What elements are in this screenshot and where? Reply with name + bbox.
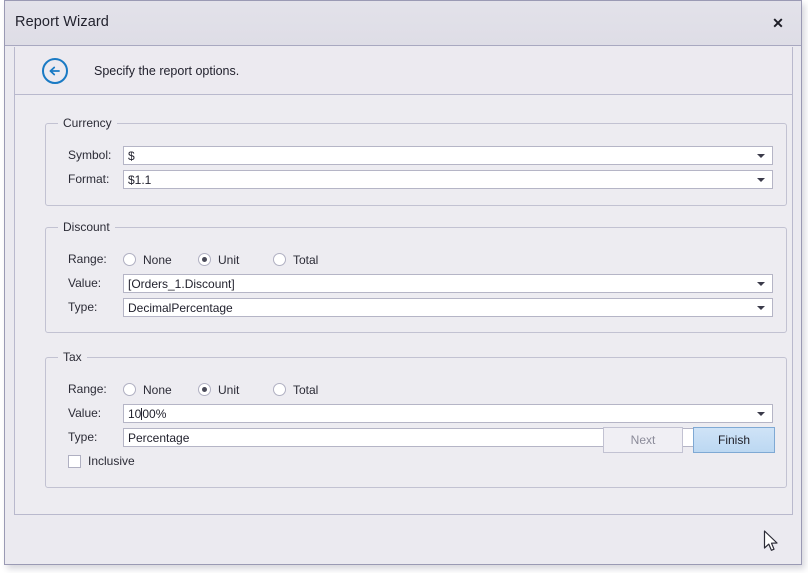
currency-group-title: Currency (58, 116, 117, 130)
checkbox-icon (68, 455, 81, 468)
wizard-header-caption: Specify the report options. (94, 64, 239, 78)
chevron-down-icon[interactable] (753, 275, 769, 292)
tax-value-before-caret: 10 (128, 407, 141, 421)
discount-type-value: DecimalPercentage (128, 301, 233, 315)
dialog-titlebar: Report Wizard ✕ (5, 1, 801, 46)
tax-range-label: Range: (68, 382, 107, 396)
tax-value-row: Value: 1000% (46, 404, 786, 423)
tax-group-title: Tax (58, 350, 87, 364)
wizard-header: Specify the report options. (14, 47, 793, 95)
discount-range-none-radio[interactable]: None (123, 250, 172, 269)
currency-format-combobox[interactable]: $1.1 (123, 170, 773, 189)
tax-range-row: Range: None Unit Total (46, 380, 786, 399)
discount-range-label: Range: (68, 252, 107, 266)
tax-value-combobox[interactable]: 1000% (123, 404, 773, 423)
currency-format-row: Format: $1.1 (46, 170, 786, 189)
tax-range-total-radio[interactable]: Total (273, 380, 318, 399)
currency-format-label: Format: (68, 172, 109, 186)
currency-symbol-label: Symbol: (68, 148, 111, 162)
currency-symbol-combobox[interactable]: $ (123, 146, 773, 165)
radio-bullet-icon (198, 383, 211, 396)
discount-group-title: Discount (58, 220, 115, 234)
tax-range-unit-radio[interactable]: Unit (198, 380, 239, 399)
discount-range-total-label: Total (293, 253, 318, 267)
tax-value-text: 1000% (128, 407, 166, 421)
discount-type-label: Type: (68, 300, 97, 314)
tax-type-label: Type: (68, 430, 97, 444)
radio-bullet-icon (198, 253, 211, 266)
discount-range-unit-radio[interactable]: Unit (198, 250, 239, 269)
currency-format-value: $1.1 (128, 173, 151, 187)
back-arrow-circle-icon[interactable] (41, 57, 69, 85)
tax-range-none-label: None (143, 383, 172, 397)
tax-value-label: Value: (68, 406, 101, 420)
discount-type-combobox[interactable]: DecimalPercentage (123, 298, 773, 317)
discount-value-combobox[interactable]: [Orders_1.Discount] (123, 274, 773, 293)
currency-symbol-value: $ (128, 149, 135, 163)
discount-value-row: Value: [Orders_1.Discount] (46, 274, 786, 293)
radio-bullet-icon (123, 383, 136, 396)
discount-group: Discount Range: None Unit Total (45, 227, 787, 333)
discount-range-total-radio[interactable]: Total (273, 250, 318, 269)
radio-bullet-icon (123, 253, 136, 266)
discount-type-row: Type: DecimalPercentage (46, 298, 786, 317)
tax-inclusive-label: Inclusive (88, 454, 135, 468)
chevron-down-icon[interactable] (753, 171, 769, 188)
tax-range-unit-label: Unit (218, 383, 239, 397)
radio-bullet-icon (273, 383, 286, 396)
discount-value-label: Value: (68, 276, 101, 290)
discount-range-row: Range: None Unit Total (46, 250, 786, 269)
chevron-down-icon[interactable] (753, 405, 769, 422)
currency-symbol-row: Symbol: $ (46, 146, 786, 165)
chevron-down-icon[interactable] (753, 299, 769, 316)
currency-group: Currency Symbol: $ Format: $1.1 (45, 123, 787, 206)
dialog-title: Report Wizard (15, 14, 109, 30)
close-icon[interactable]: ✕ (755, 1, 801, 45)
next-button[interactable]: Next (603, 427, 683, 453)
tax-inclusive-checkbox[interactable]: Inclusive (68, 454, 135, 468)
chevron-down-icon[interactable] (753, 147, 769, 164)
tax-group: Tax Range: None Unit Total (45, 357, 787, 488)
report-wizard-dialog: Report Wizard ✕ Specify the report optio… (4, 0, 802, 565)
tax-type-value: Percentage (128, 431, 189, 445)
tax-range-total-label: Total (293, 383, 318, 397)
discount-value-text: [Orders_1.Discount] (128, 277, 235, 291)
discount-range-unit-label: Unit (218, 253, 239, 267)
tax-value-after-caret: 00% (142, 407, 166, 421)
finish-button[interactable]: Finish (693, 427, 775, 453)
discount-range-none-label: None (143, 253, 172, 267)
radio-bullet-icon (273, 253, 286, 266)
tax-range-none-radio[interactable]: None (123, 380, 172, 399)
